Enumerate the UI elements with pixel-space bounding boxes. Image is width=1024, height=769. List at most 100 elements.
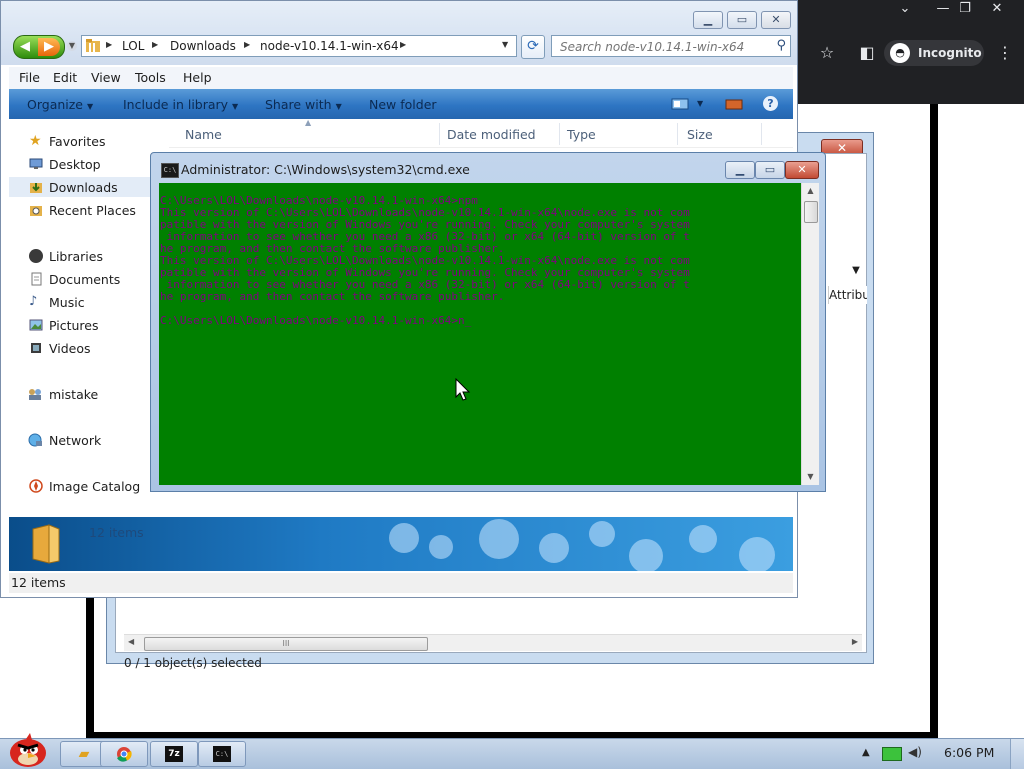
cmd-minimize-button[interactable]: ▁ <box>725 161 755 179</box>
column-divider[interactable] <box>559 123 560 145</box>
nav-music[interactable]: ♪ Music <box>9 292 167 312</box>
menu-tools[interactable]: Tools <box>135 70 166 85</box>
explorer-close-button[interactable]: ✕ <box>761 11 791 29</box>
cmd-vertical-scrollbar[interactable]: ▲ ▼ <box>801 183 819 485</box>
start-button-angry-bird-icon[interactable] <box>4 731 50 769</box>
show-desktop-button[interactable] <box>1010 739 1024 769</box>
share-dropdown-icon: ▼ <box>335 102 342 111</box>
menu-file[interactable]: File <box>19 70 40 85</box>
cmd-window-icon[interactable]: C:\ <box>161 163 179 178</box>
details-folder-icon <box>32 524 60 564</box>
nav-libraries[interactable]: Libraries <box>9 246 167 266</box>
view-options-icon[interactable] <box>671 96 689 112</box>
archive-scroll-thumb[interactable]: III <box>144 637 428 651</box>
view-dropdown-icon[interactable]: ▼ <box>697 99 703 108</box>
archive-horizontal-scrollbar[interactable]: ◀ III ▶ <box>124 634 862 651</box>
side-panel-icon[interactable]: ◧ <box>856 42 878 64</box>
details-item-count: 12 items <box>89 525 144 540</box>
breadcrumb-separator-icon[interactable]: ▶ <box>400 40 406 49</box>
console-area[interactable]: C:\Users\LOL\Downloads\node-v10.14.1-win… <box>159 183 801 485</box>
explorer-minimize-button[interactable]: ▁ <box>693 11 723 29</box>
explorer-maximize-button[interactable]: ▭ <box>727 11 757 29</box>
chrome-tab-search-icon[interactable]: ⌄ <box>888 0 922 18</box>
forward-arrow-icon[interactable]: ▶ <box>38 38 60 56</box>
include-in-library-button[interactable]: Include in library ▼ <box>123 97 238 112</box>
breadcrumb-separator-icon[interactable]: ▶ <box>152 40 158 49</box>
search-input[interactable] <box>558 38 762 56</box>
scroll-grip: III <box>282 639 290 648</box>
help-icon[interactable]: ? <box>763 96 778 111</box>
file-list-header: Name ▲ Date modified Type Size <box>169 118 793 148</box>
chrome-menu-icon[interactable]: ⋮ <box>994 42 1016 64</box>
cmd-scroll-thumb[interactable] <box>804 201 818 223</box>
breadcrumb-downloads[interactable]: Downloads <box>170 39 236 53</box>
cmd-maximize-button[interactable]: ▭ <box>755 161 785 179</box>
incognito-badge[interactable]: ◓ Incognito <box>884 40 984 66</box>
taskbar-7zip-button[interactable]: 7z <box>150 741 198 767</box>
address-history-dropdown-icon[interactable]: ▼ <box>502 40 508 49</box>
taskbar-chrome-button[interactable] <box>100 741 148 767</box>
chrome-close-button[interactable]: ✕ <box>980 0 1014 18</box>
nav-network-label: Network <box>49 433 102 448</box>
menu-edit[interactable]: Edit <box>53 70 77 85</box>
nav-videos[interactable]: Videos <box>9 338 167 358</box>
refresh-button[interactable]: ⟳ <box>521 35 545 59</box>
preview-pane-icon[interactable] <box>725 96 743 112</box>
column-name[interactable]: Name <box>185 127 222 142</box>
7zip-icon: 7z <box>165 746 183 762</box>
clock[interactable]: 6:06 PM <box>944 745 994 760</box>
scroll-left-icon[interactable]: ◀ <box>128 637 134 646</box>
back-arrow-icon[interactable]: ◀ <box>14 38 36 56</box>
nav-libraries-label: Libraries <box>49 249 103 264</box>
nav-mistake[interactable]: mistake <box>9 384 167 404</box>
breadcrumb-separator-icon[interactable]: ▶ <box>244 40 250 49</box>
recent-pages-dropdown-icon[interactable]: ▼ <box>67 41 77 51</box>
menu-help[interactable]: Help <box>183 70 212 85</box>
navigation-pane: ★ Favorites Desktop Downloads Recent Pla… <box>9 119 167 515</box>
mouse-pointer-icon <box>455 378 471 401</box>
organize-label: Organize <box>27 97 83 112</box>
nav-image-catalog[interactable]: Image Catalog <box>9 476 167 496</box>
archive-dropdown-arrow-icon[interactable]: ▼ <box>846 262 866 280</box>
bookmark-star-icon[interactable]: ☆ <box>816 42 838 64</box>
column-date-modified[interactable]: Date modified <box>447 127 536 142</box>
column-size[interactable]: Size <box>687 127 713 142</box>
nav-recent-label: Recent Places <box>49 203 136 218</box>
nav-videos-label: Videos <box>49 341 91 356</box>
image-catalog-icon <box>29 479 43 493</box>
column-divider[interactable] <box>439 123 440 145</box>
nav-recent-places[interactable]: Recent Places <box>9 200 167 220</box>
videos-icon <box>31 343 41 353</box>
nav-pictures[interactable]: Pictures <box>9 315 167 335</box>
breadcrumb-separator-icon[interactable]: ▶ <box>106 40 112 49</box>
cmd-close-button[interactable]: ✕ <box>785 161 819 179</box>
column-divider[interactable] <box>761 123 762 145</box>
search-box[interactable]: ⚲ <box>551 35 791 57</box>
taskbar-cmd-button[interactable]: C:\ <box>198 741 246 767</box>
volume-icon[interactable]: ◀) <box>908 745 926 761</box>
nav-desktop[interactable]: Desktop <box>9 154 167 174</box>
new-folder-button[interactable]: New folder <box>369 97 437 112</box>
archive-attributes-column[interactable]: Attribute <box>828 286 867 304</box>
nav-downloads[interactable]: Downloads <box>9 177 167 197</box>
show-hidden-icons-arrow-icon[interactable]: ▲ <box>862 747 870 758</box>
command-bar: Organize ▼ Include in library ▼ Share wi… <box>9 89 793 119</box>
nav-documents[interactable]: Documents <box>9 269 167 289</box>
menu-view[interactable]: View <box>91 70 121 85</box>
chrome-restore-button[interactable]: ❐ <box>948 0 982 18</box>
search-icon[interactable]: ⚲ <box>776 38 786 53</box>
scroll-right-icon[interactable]: ▶ <box>852 637 858 646</box>
share-with-button[interactable]: Share with ▼ <box>265 97 342 112</box>
battery-icon[interactable] <box>882 747 902 761</box>
address-bar[interactable]: ▶ LOL ▶ Downloads ▶ node-v10.14.1-win-x6… <box>81 35 517 57</box>
scroll-down-icon[interactable]: ▼ <box>802 469 819 485</box>
breadcrumb-lol[interactable]: LOL <box>122 39 144 53</box>
nav-favorites[interactable]: ★ Favorites <box>9 131 167 151</box>
nav-network[interactable]: Network <box>9 430 167 450</box>
column-type[interactable]: Type <box>567 127 596 142</box>
details-pane: 12 items <box>9 517 793 571</box>
scroll-up-icon[interactable]: ▲ <box>802 183 819 199</box>
organize-button[interactable]: Organize ▼ <box>27 97 93 112</box>
breadcrumb-node-folder[interactable]: node-v10.14.1-win-x64 <box>260 39 399 53</box>
column-divider[interactable] <box>677 123 678 145</box>
